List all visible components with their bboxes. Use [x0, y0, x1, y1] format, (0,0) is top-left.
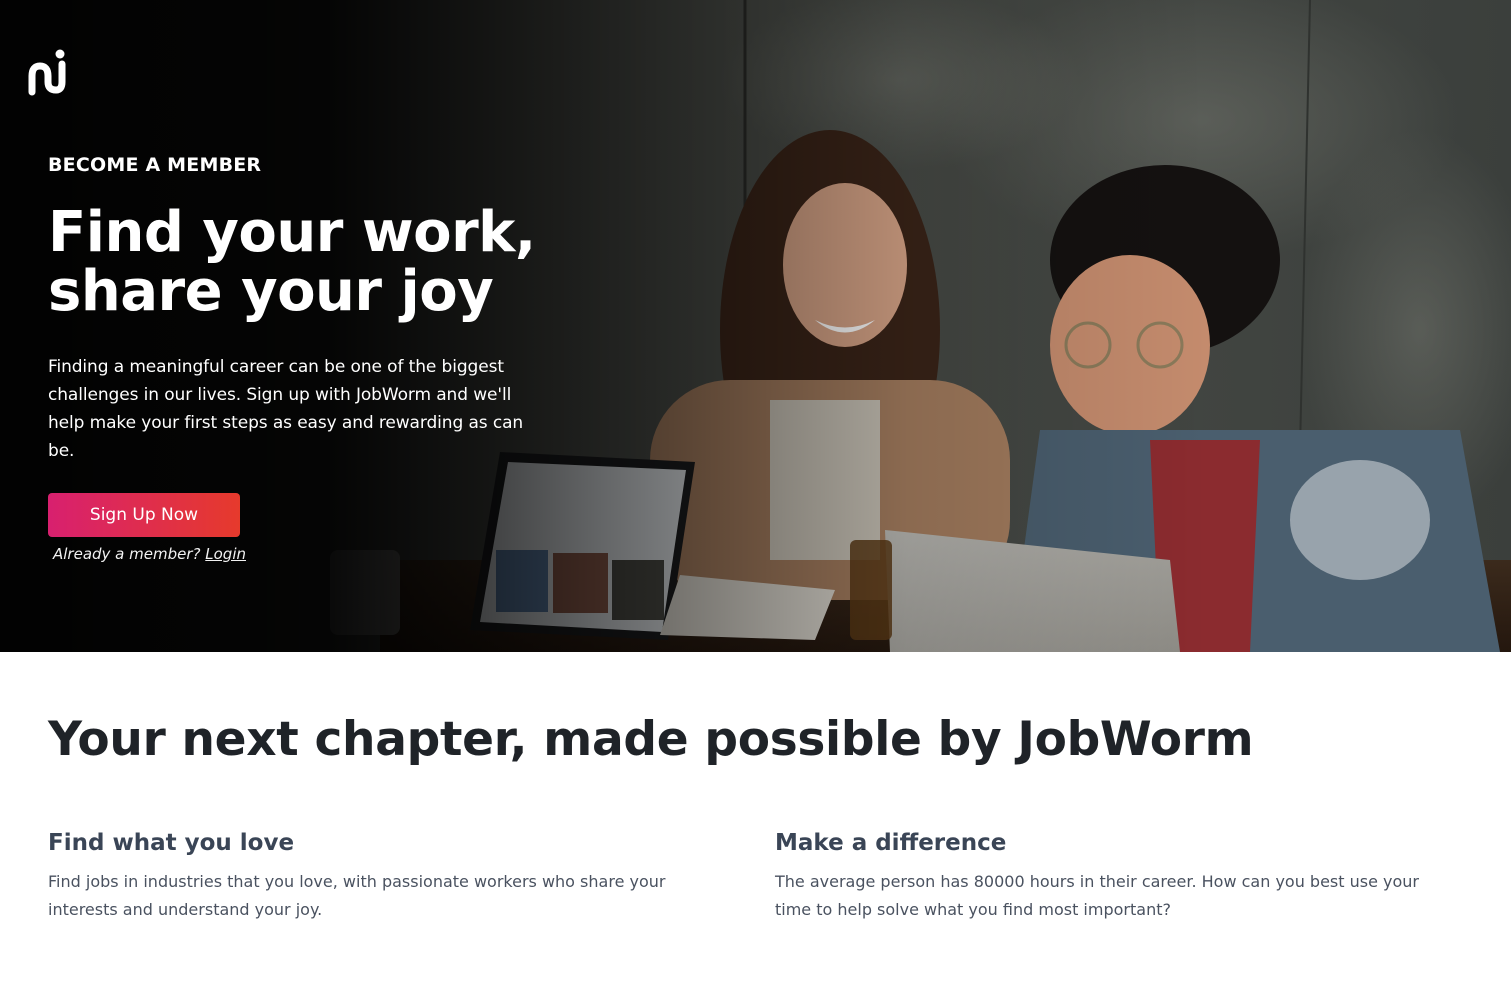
- hero-content: BECOME A MEMBER Find your work, share yo…: [48, 152, 548, 564]
- hero-description: Finding a meaningful career can be one o…: [48, 357, 524, 461]
- feature-text: The average person has 80000 hours in th…: [775, 872, 1419, 919]
- jobworm-logo-icon[interactable]: [26, 48, 70, 96]
- section-title: Your next chapter, made possible by JobW…: [48, 712, 1254, 767]
- feature-title: Make a difference: [775, 830, 1007, 856]
- hero-section: BECOME A MEMBER Find your work, share yo…: [0, 0, 1511, 652]
- feature-find-what-you-love: Find what you love Find jobs in industri…: [48, 828, 728, 924]
- feature-make-a-difference: Make a difference The average person has…: [775, 828, 1455, 924]
- login-prompt-text: Already a member?: [53, 545, 201, 563]
- hero-title: Find your work, share your joy: [48, 200, 536, 324]
- login-prompt: Already a member? Login: [53, 544, 548, 564]
- feature-title: Find what you love: [48, 830, 295, 856]
- features-section: Your next chapter, made possible by JobW…: [0, 652, 1511, 988]
- feature-text: Find jobs in industries that you love, w…: [48, 872, 666, 919]
- hero-eyebrow: BECOME A MEMBER: [48, 154, 262, 176]
- sign-up-button[interactable]: Sign Up Now: [48, 493, 240, 537]
- login-link[interactable]: Login: [205, 545, 246, 563]
